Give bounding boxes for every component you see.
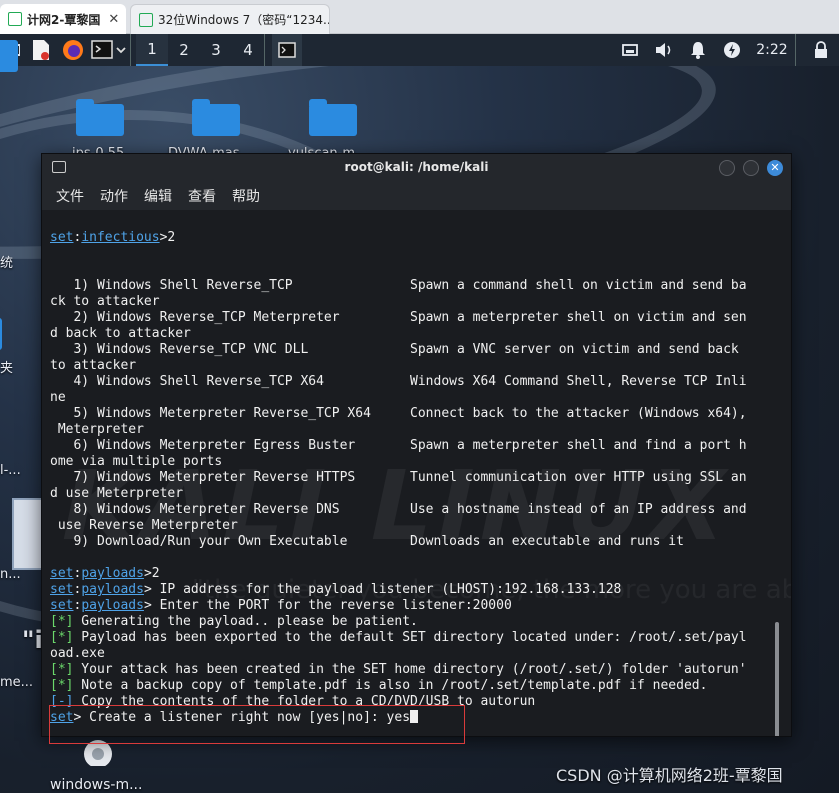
desktop-icon-label: "i [22,626,43,654]
menu-view[interactable]: 查看 [188,186,216,206]
terminal-line: set:payloads> IP address for the payload… [50,582,622,597]
terminal-line: [*] Note a backup copy of template.pdf i… [50,678,708,693]
terminal-line: set:infectious>2 [50,230,176,245]
desktop-icon-label: n... [0,567,21,582]
close-button[interactable]: ✕ [767,160,783,176]
tab-vm-2[interactable]: 32位Windows 7（密码“1234... ✕ [130,4,330,34]
status-tag: [*] [50,678,74,693]
tab-close-icon[interactable]: ✕ [100,12,119,27]
desktop-icon-label: 统 [0,256,14,271]
terminal-line: set:payloads>2 [50,566,160,581]
terminal-line: ome via multiple ports [50,454,223,469]
terminal-line: 1) Windows Shell Reverse_TCP Spawn a com… [50,278,747,293]
terminal-line: [*] Your attack has been created in the … [50,662,747,677]
desktop-icon-label: l-... [0,463,21,478]
desktop-icon-label: me... [0,675,34,690]
window-title: root@kali: /home/kali [344,160,489,174]
folder-icon[interactable] [309,99,357,136]
taskbar-divider [264,34,272,66]
terminal-line: ne [50,390,66,405]
terminal-line: 5) Windows Meterpreter Reverse_TCP X64 C… [50,406,747,421]
browser-tab-strip: 计网2-覃黎国 ✕ 32位Windows 7（密码“1234... ✕ [0,0,839,34]
scrollbar[interactable] [775,622,779,736]
network-icon[interactable] [613,34,647,66]
lock-icon[interactable] [803,34,839,66]
terminal-line: 9) Download/Run your Own Executable Down… [50,534,684,549]
workspace-4-button[interactable]: 4 [232,34,264,66]
terminal-line: ck to attacker [50,294,160,309]
terminal-line: 2) Windows Reverse_TCP Meterpreter Spawn… [50,310,747,325]
workspace-2-button[interactable]: 2 [168,34,200,66]
set-prompt: set [50,566,74,581]
terminal-line: use Reverse Meterpreter [50,518,238,533]
tab-label: 32位Windows 7（密码“1234... [158,13,330,27]
status-tag: [*] [50,630,74,645]
terminal-line: d use Meterpreter [50,486,184,501]
terminal-line: Meterpreter [50,422,144,437]
minimize-button[interactable] [719,160,735,176]
notification-bell-icon[interactable] [681,34,715,66]
folder-icon[interactable] [0,318,2,350]
terminal-line: 8) Windows Meterpreter Reverse DNS Use a… [50,502,747,517]
status-tag: [*] [50,614,74,629]
terminal-window: root@kali: /home/kali ✕ 文件 动作 编辑 查看 帮助 K… [41,153,792,737]
terminal-line: oad.exe [50,646,105,661]
pdf-file-icon[interactable] [24,34,58,66]
red-highlight-box [49,705,465,744]
status-tag: [*] [50,662,74,677]
document-icon[interactable] [12,498,44,570]
terminal-line: [*] Payload has been exported to the def… [50,630,747,645]
desktop-icon-label: windows-m... [50,777,143,793]
workspace-1-button[interactable]: 1 [136,34,168,66]
workspace-3-button[interactable]: 3 [200,34,232,66]
terminal-launcher-icon[interactable] [88,34,130,66]
menu-edit[interactable]: 编辑 [144,186,172,206]
terminal-line: 6) Windows Meterpreter Egress Buster Spa… [50,438,747,453]
tab-label: 计网2-覃黎国 [27,12,101,27]
folder-icon[interactable] [0,40,18,72]
vm-tab-icon [139,12,153,27]
menu-file[interactable]: 文件 [56,186,84,206]
terminal-line: d back to attacker [50,326,191,341]
taskbar-divider [795,34,803,66]
terminal-line: 7) Windows Meterpreter Reverse HTTPS Tun… [50,470,747,485]
firefox-icon[interactable] [58,34,88,66]
desktop-icon-label: 夹 [0,361,14,376]
terminal-line: 3) Windows Reverse_TCP VNC DLL Spawn a V… [50,342,739,357]
terminal-title-bar[interactable]: root@kali: /home/kali ✕ [42,154,791,182]
volume-icon[interactable] [647,34,681,66]
vm-tab-icon [8,12,22,26]
terminal-line: [*] Generating the payload.. please be p… [50,614,418,629]
terminal-line: 4) Windows Shell Reverse_TCP X64 Windows… [50,374,747,389]
tab-vm-1[interactable]: 计网2-覃黎国 ✕ [0,4,126,34]
clock[interactable]: 2:22 [749,34,795,66]
set-prompt: set [50,582,74,597]
maximize-button[interactable] [743,160,759,176]
taskbar: 1 2 3 4 2:22 [0,34,839,66]
csdn-watermark: CSDN @计算机网络2班-覃黎国 [556,766,783,785]
set-prompt: set [50,598,74,613]
menu-actions[interactable]: 动作 [100,186,128,206]
folder-icon[interactable] [192,99,240,136]
terminal-menu-bar: 文件 动作 编辑 查看 帮助 [42,182,791,210]
menu-help[interactable]: 帮助 [232,186,260,206]
terminal-line: to attacker [50,358,137,373]
terminal-output[interactable]: KALI LINUX "the quieter you become, the … [42,210,791,736]
set-prompt: set [50,230,74,245]
power-manager-icon[interactable] [715,34,749,66]
folder-icon[interactable] [76,99,124,136]
terminal-line: set:payloads> Enter the PORT for the rev… [50,598,512,613]
terminal-window-task[interactable] [272,34,302,66]
